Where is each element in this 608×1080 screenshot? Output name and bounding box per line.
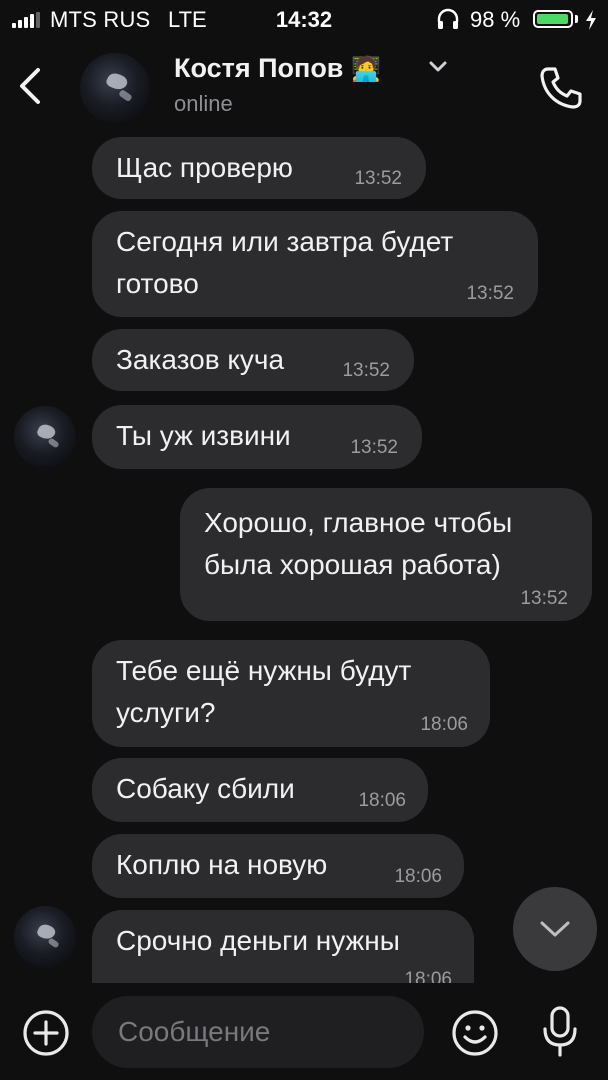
- message-time: 13:52: [354, 168, 402, 189]
- message-bubble[interactable]: Коплю на новую 18:06: [92, 834, 464, 898]
- message-bubble[interactable]: Тебе ещё нужны будут услуги? 18:06: [92, 640, 490, 747]
- headphones-icon: [437, 8, 459, 29]
- message-text: Заказов куча: [116, 344, 285, 375]
- message-field[interactable]: [92, 996, 424, 1068]
- message-time: 18:06: [358, 790, 406, 811]
- message-input[interactable]: [116, 1015, 400, 1049]
- microphone-icon[interactable]: [540, 1005, 580, 1059]
- scroll-to-bottom-button[interactable]: [513, 887, 597, 971]
- message-text: Ты уж извини: [116, 420, 291, 451]
- message-text: Сегодня или завтра будет готово: [116, 226, 454, 299]
- message-list[interactable]: Щас проверю 13:52 Сегодня или завтра буд…: [0, 135, 608, 983]
- battery-icon: [533, 10, 573, 28]
- contact-avatar-small[interactable]: [14, 406, 76, 468]
- message-bubble[interactable]: Ты уж извини 13:52: [92, 405, 422, 469]
- plus-circle-icon[interactable]: [22, 1009, 70, 1057]
- back-chevron-icon[interactable]: [14, 64, 48, 108]
- message-text: Тебе ещё нужны будут услуги?: [116, 655, 412, 728]
- message-text: Хорошо, главное чтобы была хорошая работ…: [204, 507, 513, 580]
- message-bubble[interactable]: Заказов куча 13:52: [92, 329, 414, 391]
- message-time: 13:52: [520, 588, 568, 609]
- emoji-icon[interactable]: [451, 1009, 499, 1057]
- chevron-down-icon: [540, 921, 570, 937]
- contact-emoji: 🧑‍💻: [351, 56, 382, 83]
- message-bubble[interactable]: Собаку сбили 18:06: [92, 758, 428, 822]
- charging-bolt-icon: [586, 10, 596, 30]
- message-bubble[interactable]: Сегодня или завтра будет готово 13:52: [92, 211, 538, 317]
- phone-icon[interactable]: [538, 65, 584, 111]
- message-text: Коплю на новую: [116, 849, 328, 880]
- message-bubble-outgoing[interactable]: Хорошо, главное чтобы была хорошая работ…: [180, 488, 592, 621]
- message-bubble[interactable]: Срочно деньги нужны 18:06: [92, 910, 474, 983]
- message-text: Собаку сбили: [116, 773, 295, 804]
- battery-tip: [575, 15, 578, 23]
- chat-header: Костя Попов 🧑‍💻 online: [0, 40, 608, 135]
- message-time: 18:06: [420, 714, 468, 735]
- contact-avatar-small[interactable]: [14, 906, 76, 968]
- status-bar: MTS RUS LTE 14:32 98 %: [0, 0, 608, 40]
- message-time: 13:52: [466, 283, 514, 304]
- message-text: Щас проверю: [116, 152, 293, 183]
- message-time: 18:06: [394, 866, 442, 887]
- composer-bar: [0, 983, 608, 1080]
- contact-status: online: [174, 91, 233, 116]
- message-text: Срочно деньги нужны: [116, 925, 400, 956]
- message-time: 13:52: [342, 360, 390, 381]
- contact-avatar[interactable]: [80, 53, 150, 123]
- contact-name[interactable]: Костя Попов 🧑‍💻: [174, 53, 381, 84]
- message-bubble[interactable]: Щас проверю 13:52: [92, 137, 426, 199]
- message-time: 13:52: [350, 437, 398, 458]
- battery-percent: 98 %: [470, 7, 521, 32]
- message-time: 18:06: [404, 969, 452, 984]
- contact-name-text: Костя Попов: [174, 53, 344, 83]
- dropdown-chevron-icon[interactable]: [428, 60, 448, 74]
